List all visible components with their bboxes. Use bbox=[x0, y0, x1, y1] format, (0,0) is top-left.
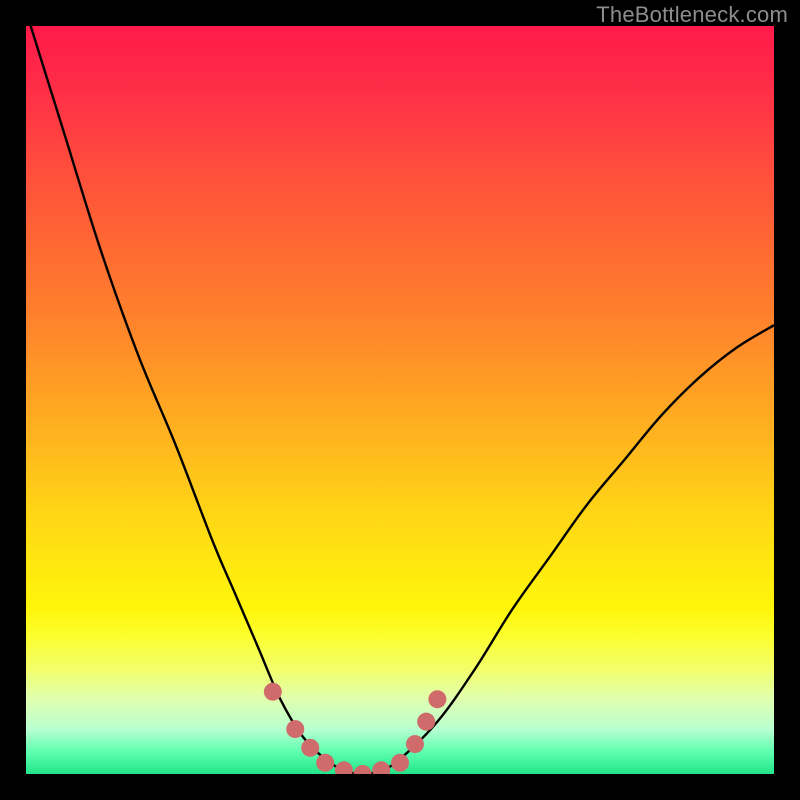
curve-marker bbox=[391, 754, 409, 772]
curve-marker bbox=[316, 754, 334, 772]
curve-marker bbox=[417, 713, 435, 731]
curve-marker bbox=[354, 765, 372, 774]
curve-marker bbox=[264, 683, 282, 701]
curve-marker bbox=[335, 761, 353, 774]
curve-marker bbox=[286, 720, 304, 738]
curve-marker bbox=[301, 739, 319, 757]
curve-marker bbox=[372, 761, 390, 774]
plot-area bbox=[26, 26, 774, 774]
marker-group bbox=[264, 683, 447, 774]
curve-svg bbox=[26, 26, 774, 774]
curve-marker bbox=[428, 690, 446, 708]
watermark-text: TheBottleneck.com bbox=[596, 2, 788, 28]
curve-marker bbox=[406, 735, 424, 753]
bottleneck-curve bbox=[26, 26, 774, 774]
chart-frame: TheBottleneck.com bbox=[0, 0, 800, 800]
